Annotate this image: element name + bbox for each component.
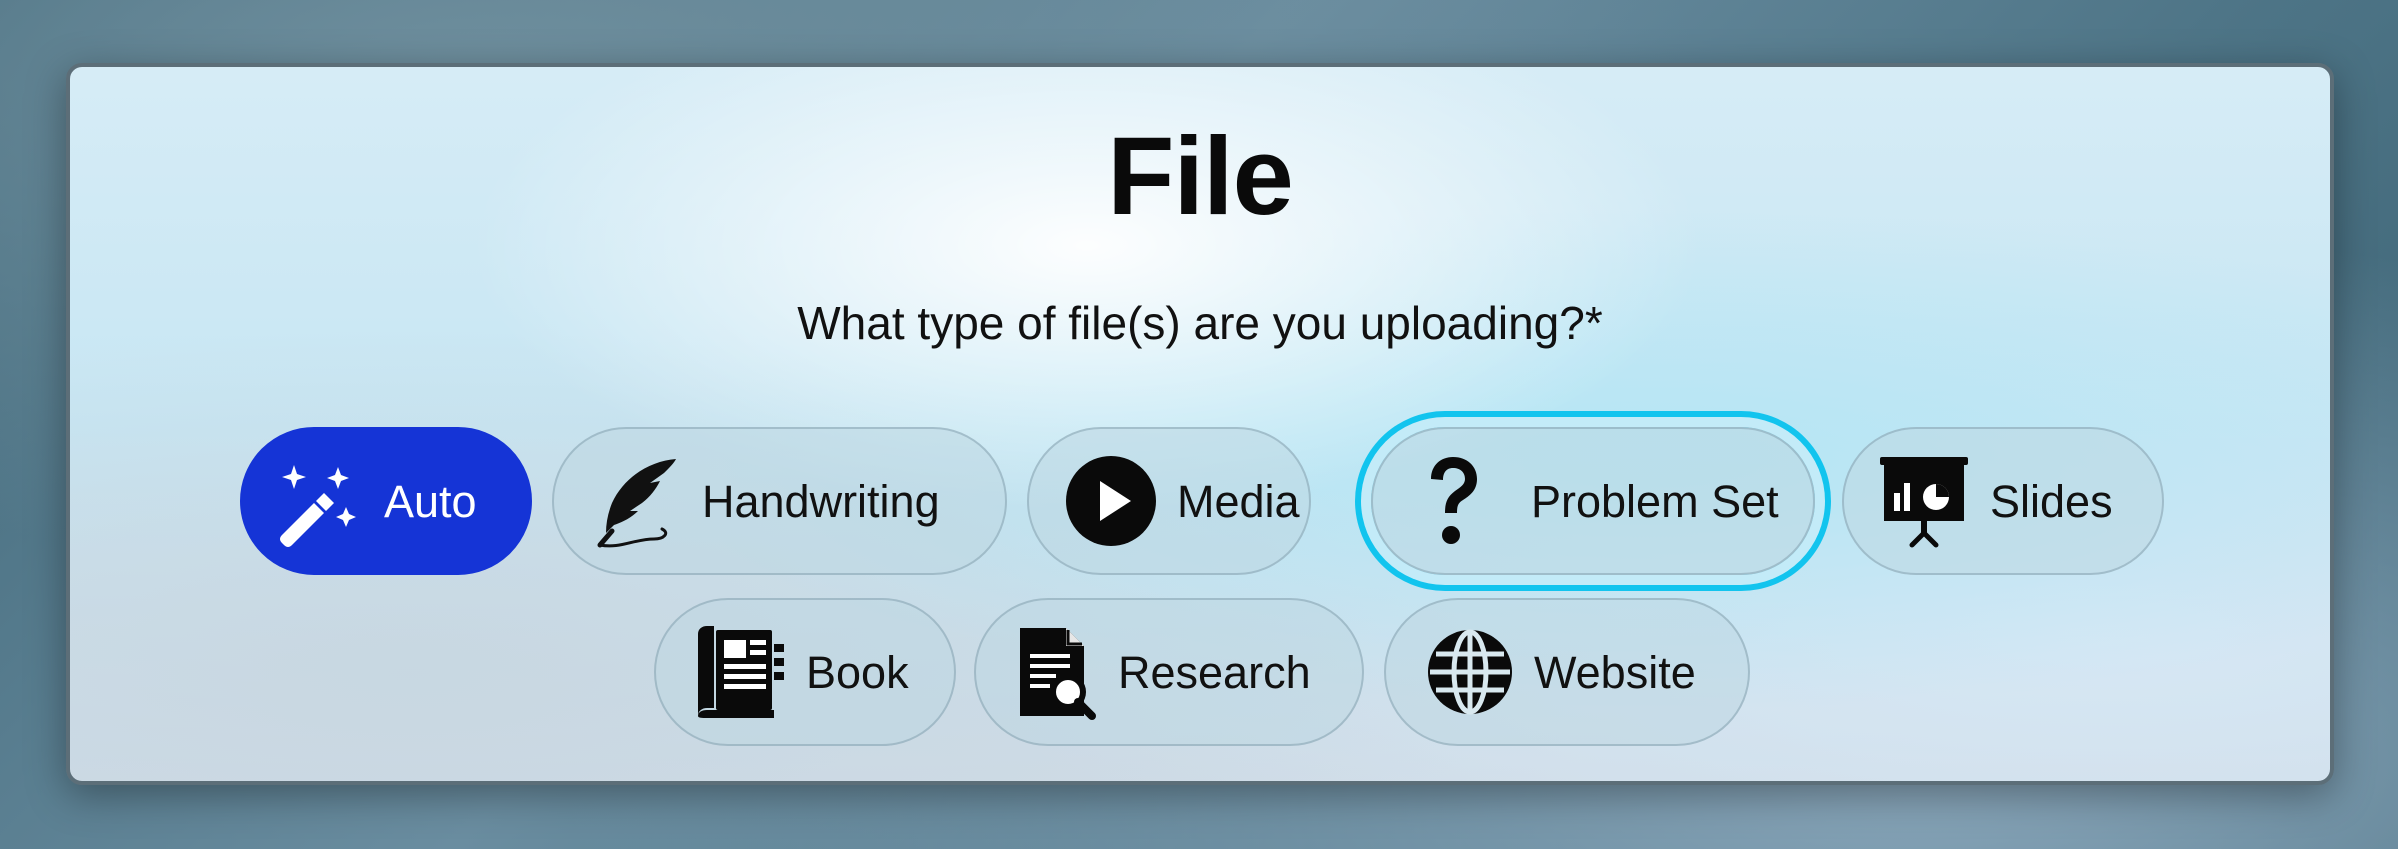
file-type-research-button[interactable]: Research: [974, 598, 1364, 746]
file-type-handwriting-button[interactable]: Handwriting: [552, 427, 1007, 575]
file-type-auto-label: Auto: [384, 475, 477, 527]
file-type-book-button[interactable]: Book: [654, 598, 956, 746]
file-type-media-label: Media: [1177, 475, 1300, 527]
file-type-website-label: Website: [1534, 646, 1696, 698]
document-search-icon: [1014, 624, 1098, 720]
dialog-title: File: [1107, 115, 1294, 238]
magic-wand-icon: [278, 453, 364, 549]
file-type-research-label: Research: [1118, 646, 1311, 698]
file-type-media-button[interactable]: Media: [1027, 427, 1311, 575]
file-type-slides-label: Slides: [1990, 475, 2113, 527]
file-type-handwriting-label: Handwriting: [702, 475, 940, 527]
question-mark-icon: [1423, 453, 1483, 549]
play-circle-icon: [1065, 455, 1157, 547]
file-type-dialog: File What type of file(s) are you upload…: [66, 63, 2334, 785]
file-type-auto-button[interactable]: Auto: [240, 427, 532, 575]
file-type-problem-set-label: Problem Set: [1531, 475, 1779, 527]
quill-feather-icon: [590, 453, 682, 549]
book-newspaper-icon: [694, 624, 786, 720]
file-type-question: What type of file(s) are you uploading?*: [797, 297, 1603, 349]
presentation-chart-icon: [1878, 453, 1970, 549]
file-type-problem-set-button[interactable]: Problem Set: [1371, 427, 1815, 575]
file-type-book-label: Book: [806, 646, 909, 698]
globe-icon: [1426, 628, 1514, 716]
file-type-slides-button[interactable]: Slides: [1842, 427, 2164, 575]
file-type-website-button[interactable]: Website: [1384, 598, 1750, 746]
